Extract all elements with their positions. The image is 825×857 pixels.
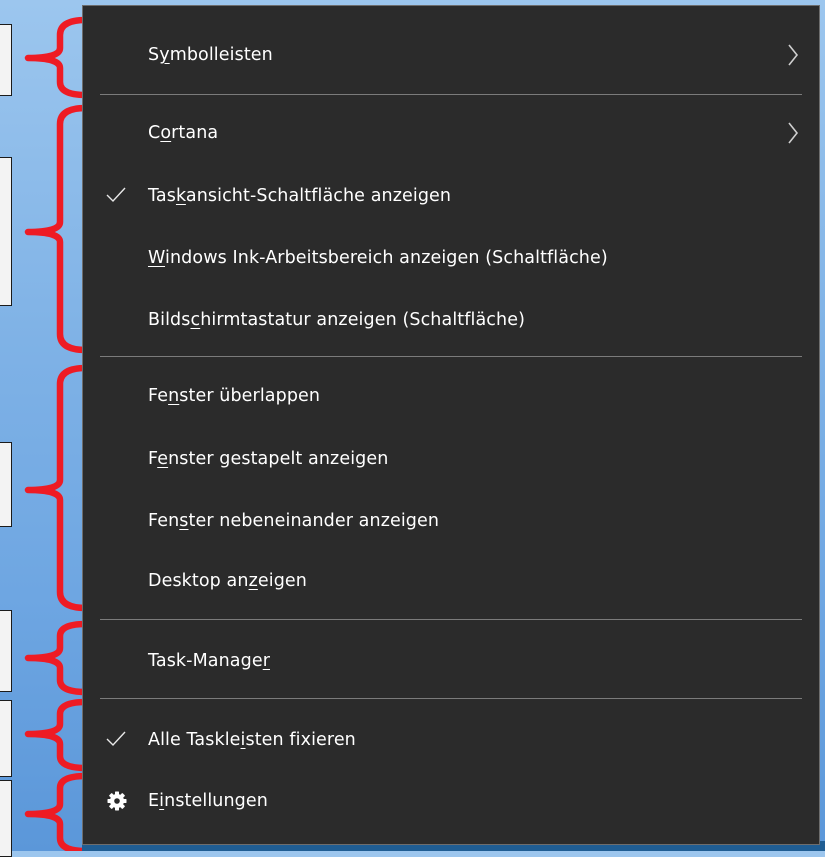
bracket-group-2 — [24, 104, 90, 354]
menu-item-task-manager[interactable]: Task-Manager — [83, 633, 819, 689]
menu-item-taskleisten-fixieren[interactable]: Alle Taskleisten fixieren — [83, 712, 819, 768]
menu-item-label: Symbolleisten — [148, 45, 273, 65]
menu-item-label: Bildschirmtastatur anzeigen (Schaltfläch… — [148, 310, 525, 330]
bracket-group-6 — [24, 772, 90, 851]
menu-item-label: Alle Taskleisten fixieren — [148, 730, 356, 750]
menu-item-windows-ink[interactable]: Windows Ink-Arbeitsbereich anzeigen (Sch… — [83, 230, 819, 286]
menu-item-einstellungen[interactable]: Einstellungen — [83, 773, 819, 829]
menu-item-label: Fenster gestapelt anzeigen — [148, 449, 389, 469]
bracket-group-4 — [24, 620, 90, 696]
menu-item-cortana[interactable]: Cortana — [83, 105, 819, 161]
menu-separator — [100, 619, 802, 620]
menu-item-taskansicht[interactable]: Taskansicht-Schaltfläche anzeigen — [83, 168, 819, 224]
menu-separator — [100, 94, 802, 95]
taskbar-context-menu: Symbolleisten Cortana Taskansicht-Schalt… — [82, 5, 820, 845]
menu-item-fenster-ueberlappen[interactable]: Fenster überlappen — [83, 368, 819, 424]
chevron-right-icon — [788, 44, 799, 66]
bracket-group-3 — [24, 364, 90, 612]
menu-item-label: Windows Ink-Arbeitsbereich anzeigen (Sch… — [148, 248, 608, 268]
chevron-right-icon — [788, 122, 799, 144]
menu-item-desktop-anzeigen[interactable]: Desktop anzeigen — [83, 553, 819, 609]
check-icon — [106, 187, 126, 203]
menu-item-label: Desktop anzeigen — [148, 571, 307, 591]
menu-item-label: Fenster nebeneinander anzeigen — [148, 511, 440, 531]
menu-item-symbolleisten[interactable]: Symbolleisten — [83, 27, 819, 83]
menu-separator — [100, 356, 802, 357]
annotation-brackets — [24, 16, 90, 851]
menu-item-label: Fenster überlappen — [148, 386, 321, 406]
menu-item-fenster-gestapelt[interactable]: Fenster gestapelt anzeigen — [83, 431, 819, 487]
menu-item-bildschirmtastatur[interactable]: Bildschirmtastatur anzeigen (Schaltfläch… — [83, 292, 819, 348]
menu-item-fenster-nebeneinander[interactable]: Fenster nebeneinander anzeigen — [83, 493, 819, 549]
menu-item-label: Cortana — [148, 123, 219, 143]
gear-icon — [107, 791, 127, 811]
menu-item-label: Task-Manager — [148, 651, 270, 671]
menu-item-label: Taskansicht-Schaltfläche anzeigen — [148, 186, 452, 206]
check-icon — [106, 731, 126, 747]
bracket-group-1 — [24, 16, 90, 99]
bracket-group-5 — [24, 698, 90, 772]
menu-item-label: Einstellungen — [148, 791, 268, 811]
menu-separator — [100, 698, 802, 699]
